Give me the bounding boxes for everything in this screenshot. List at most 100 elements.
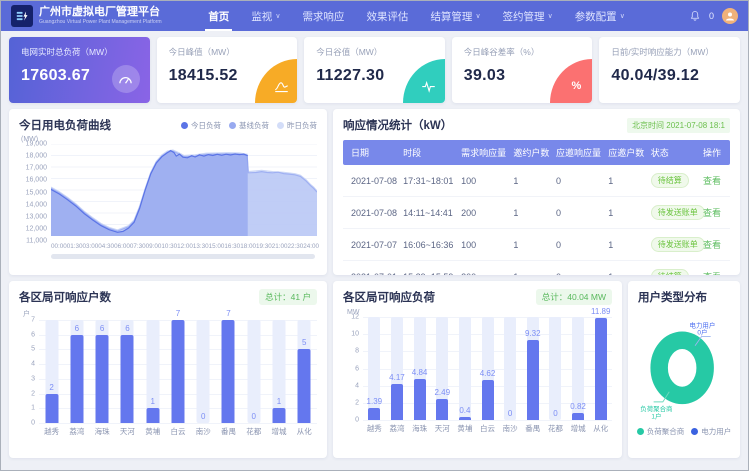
x-tick-label: 15:00 bbox=[209, 243, 225, 250]
nav-item-label: 结算管理 bbox=[430, 9, 472, 24]
bar-column-天河: 2.49 bbox=[431, 317, 454, 420]
nav-item-label: 首页 bbox=[208, 9, 229, 24]
donut-legend-item-0[interactable]: 负荷聚合商 bbox=[637, 426, 685, 437]
user-avatar[interactable] bbox=[722, 8, 738, 24]
cell-status: 待结算 bbox=[647, 261, 699, 276]
bar-column-黄埔: 1 bbox=[140, 320, 165, 423]
bar-column-海珠: 4.84 bbox=[408, 317, 431, 420]
view-link[interactable]: 查看 bbox=[703, 176, 721, 186]
gauge-icon bbox=[118, 73, 133, 86]
nav-item-label: 签约管理 bbox=[503, 9, 545, 24]
bar-x-label: 荔湾 bbox=[64, 426, 89, 437]
kpi-label: 今日峰谷差率（%） bbox=[464, 46, 581, 58]
cell-demand: 200 bbox=[457, 197, 509, 229]
nav-item-0[interactable]: 首页 bbox=[197, 1, 240, 31]
table-column-header: 时段 bbox=[399, 140, 457, 165]
bar-y-tick-label: 4 bbox=[31, 361, 35, 368]
lightning-logo-icon bbox=[15, 9, 29, 23]
table-row-2: 2021-07-0716:06~16:36100101待发送账单查看 bbox=[343, 229, 730, 261]
nav-item-label: 效果评估 bbox=[366, 9, 408, 24]
bar-x-label: 从化 bbox=[589, 423, 612, 434]
district-load-total-badge: 总计：40.04 MW bbox=[536, 289, 612, 305]
cell-action: 查看 bbox=[699, 261, 730, 276]
bar-y-tick-label: 4 bbox=[355, 382, 359, 389]
app-logo bbox=[11, 5, 33, 27]
kpi-label: 今日峰值（MW） bbox=[169, 46, 286, 58]
bar-x-label: 天河 bbox=[115, 426, 140, 437]
kpi-label: 今日谷值（MW） bbox=[316, 46, 433, 58]
bar-value-label: 4.62 bbox=[480, 369, 496, 378]
legend-item-0[interactable]: 今日负荷 bbox=[181, 120, 221, 131]
bar-value-label: 0 bbox=[553, 409, 557, 418]
kpi-corner-decoration bbox=[255, 59, 297, 103]
bar bbox=[459, 417, 471, 420]
nav-item-6[interactable]: 参数配置∨ bbox=[564, 1, 636, 31]
load-chart-x-axis: 00:0001:3003:0004:3006:0007:3009:0010:30… bbox=[51, 243, 317, 250]
load-curve-panel: 今日用电负荷曲线 今日负荷基线负荷昨日负荷 (MW) 19,00018,0001… bbox=[9, 109, 327, 275]
bar-track bbox=[247, 320, 260, 423]
kpi-icon-circle bbox=[112, 65, 140, 93]
bar bbox=[121, 335, 134, 423]
bar-y-tick-label: 12 bbox=[351, 314, 359, 321]
bar-track bbox=[549, 317, 561, 420]
series-area-今日负荷 bbox=[51, 151, 248, 236]
donut-legend-item-1[interactable]: 电力用户 bbox=[691, 426, 731, 437]
top-navigation-bar: 广州市虚拟电厂管理平台 Guangzhou Virtual Power Plan… bbox=[1, 1, 748, 31]
response-table-header: 日期时段需求响应量邀约户数应邀响应量应邀户数状态操作 bbox=[343, 140, 730, 165]
bar-track bbox=[504, 317, 516, 420]
chart-scrollbar[interactable] bbox=[51, 254, 315, 259]
households-total-badge: 总计：41 户 bbox=[259, 289, 317, 305]
bell-icon[interactable] bbox=[689, 10, 701, 22]
bar-x-label: 黄埔 bbox=[140, 426, 165, 437]
nav-item-2[interactable]: 需求响应 bbox=[291, 1, 355, 31]
bar-column-南沙: 0 bbox=[499, 317, 522, 420]
view-link[interactable]: 查看 bbox=[703, 208, 721, 218]
nav-item-5[interactable]: 签约管理∨ bbox=[492, 1, 564, 31]
nav-item-label: 监视 bbox=[251, 9, 272, 24]
legend-dot bbox=[229, 122, 236, 129]
bar bbox=[273, 408, 286, 423]
view-link[interactable]: 查看 bbox=[703, 272, 721, 275]
nav-item-1[interactable]: 监视∨ bbox=[240, 1, 291, 31]
x-tick-label: 13:30 bbox=[193, 243, 209, 250]
table-column-header: 状态 bbox=[647, 140, 699, 165]
bar-value-label: 6 bbox=[100, 324, 104, 333]
nav-item-4[interactable]: 结算管理∨ bbox=[419, 1, 491, 31]
cell-period: 17:31~18:01 bbox=[399, 165, 457, 197]
x-tick-label: 22:30 bbox=[287, 243, 303, 250]
x-tick-label: 01:30 bbox=[67, 243, 83, 250]
bar-x-label: 白云 bbox=[476, 423, 499, 434]
donut-slice-aggregator[interactable] bbox=[659, 340, 705, 395]
legend-item-2[interactable]: 昨日负荷 bbox=[277, 120, 317, 131]
bar-x-label: 增城 bbox=[567, 423, 590, 434]
cell-accepted: 0 bbox=[552, 229, 604, 261]
legend-dot bbox=[181, 122, 188, 129]
legend-item-1[interactable]: 基线负荷 bbox=[229, 120, 269, 131]
bar-column-增城: 0.82 bbox=[567, 317, 590, 420]
app-subtitle: Guangzhou Virtual Power Plant Management… bbox=[39, 19, 162, 24]
households-x-labels: 越秀荔湾海珠天河黄埔白云南沙番禺花都增城从化 bbox=[39, 426, 317, 437]
x-tick-label: 24:00 bbox=[303, 243, 319, 250]
donut-label-power-user-count: 0户 bbox=[697, 328, 707, 337]
district-load-unit: MW bbox=[347, 309, 612, 316]
kpi-card-3: 今日峰谷差率（%）39.03% bbox=[452, 37, 593, 103]
load-curve-unit: (MW) bbox=[21, 136, 317, 143]
person-icon bbox=[724, 10, 736, 22]
bar-value-label: 9.32 bbox=[525, 329, 541, 338]
bar-value-label: 0 bbox=[252, 412, 256, 421]
y-tick-label: 19,000 bbox=[26, 141, 47, 148]
bar-gridline bbox=[39, 423, 317, 424]
cell-accepted_users: 1 bbox=[604, 197, 647, 229]
bar-y-tick-label: 0 bbox=[355, 417, 359, 424]
bar-value-label: 1.39 bbox=[367, 397, 383, 406]
nav-item-3[interactable]: 效果评估 bbox=[355, 1, 419, 31]
legend-label: 基线负荷 bbox=[239, 120, 269, 131]
cell-date: 2021-07-07 bbox=[343, 229, 399, 261]
view-link[interactable]: 查看 bbox=[703, 240, 721, 250]
status-badge: 待发送账单 bbox=[651, 237, 705, 252]
bar-value-label: 11.89 bbox=[591, 307, 610, 316]
status-badge: 待结算 bbox=[651, 269, 689, 275]
bar-column-增城: 1 bbox=[266, 320, 291, 423]
dashboard-screen: 广州市虚拟电厂管理平台 Guangzhou Virtual Power Plan… bbox=[0, 0, 749, 471]
bar-x-label: 荔湾 bbox=[386, 423, 409, 434]
